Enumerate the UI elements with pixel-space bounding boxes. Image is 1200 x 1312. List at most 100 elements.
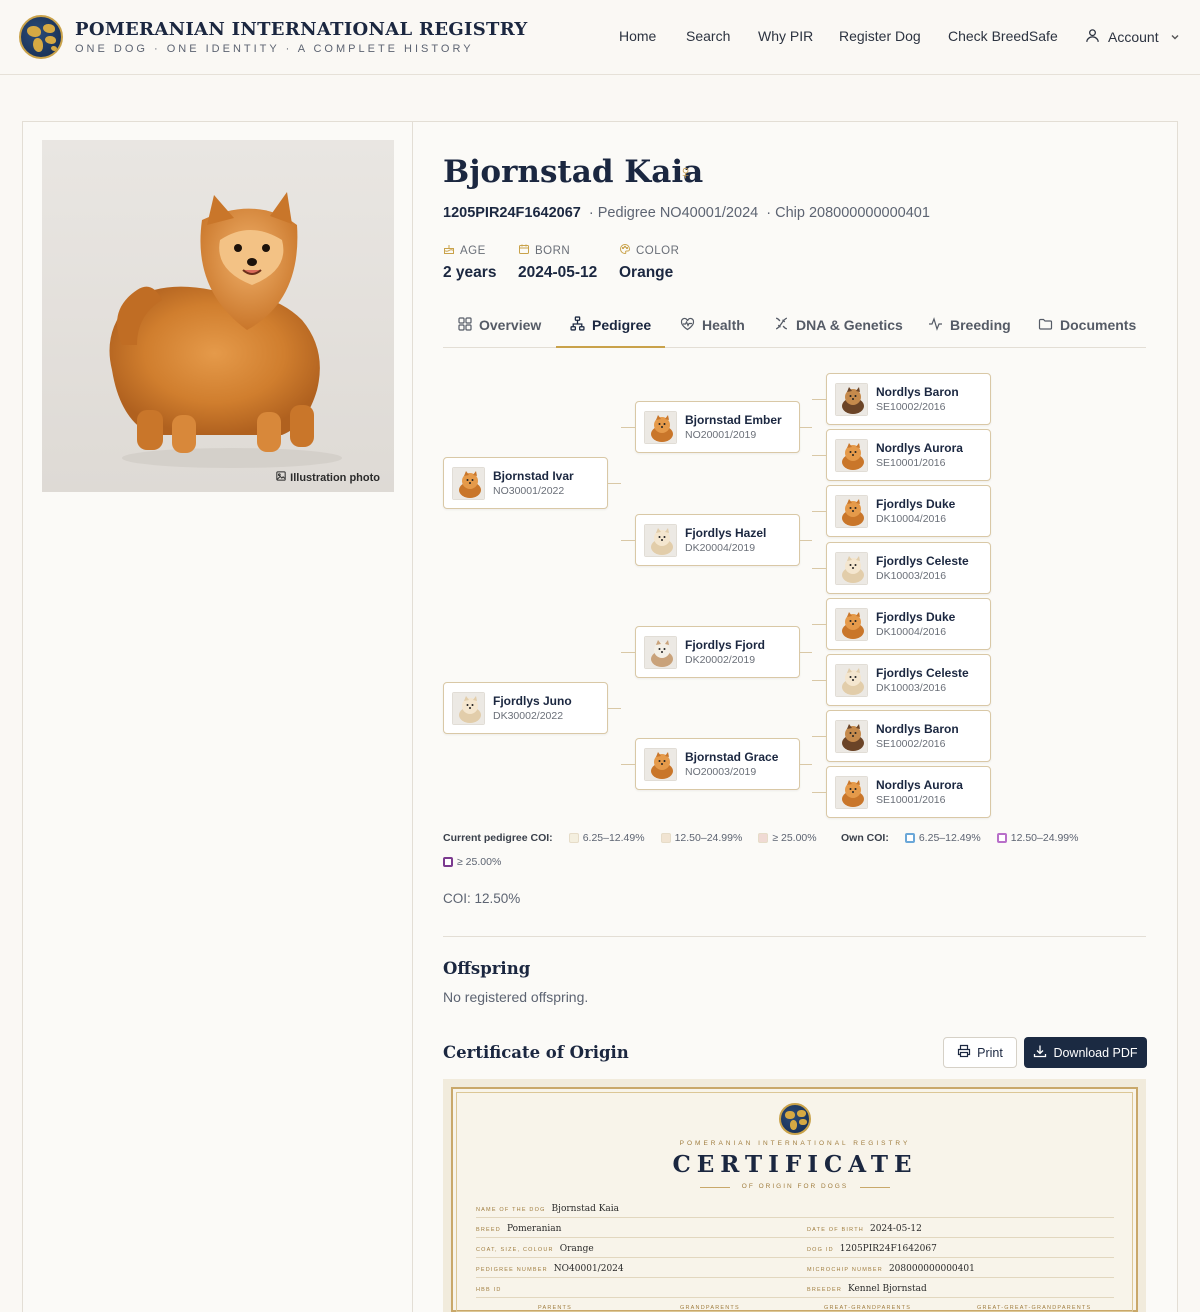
nav-register-dog[interactable]: Register Dog <box>839 28 921 44</box>
pedigree-dog-id: NO20001/2019 <box>685 429 757 441</box>
legend-current-coi: Current pedigree COI: 6.25–12.49% 12.50–… <box>443 832 817 844</box>
tab-health-label: Health <box>702 317 745 333</box>
section-divider <box>443 936 1146 937</box>
profile-tabs: Overview Pedigree Health DNA & Genetics … <box>443 302 1146 348</box>
tab-breeding[interactable]: Breeding <box>928 302 1011 348</box>
certificate-org: POMERANIAN INTERNATIONAL REGISTRY <box>679 1140 911 1147</box>
pedigree-connector <box>800 764 812 765</box>
pedigree-dog-id: DK20002/2019 <box>685 654 756 666</box>
legend-swatch <box>443 857 453 867</box>
chip-number: · Chip 208000000000401 <box>766 205 930 221</box>
legend-range: ≥ 25.00% <box>772 832 817 844</box>
nav-check-breedsafe[interactable]: Check BreedSafe <box>948 28 1058 44</box>
legend-range: 6.25–12.49% <box>918 832 981 844</box>
grid-icon <box>458 316 472 334</box>
pomeranian-illustration <box>109 192 342 468</box>
legend-swatch <box>996 833 1007 843</box>
pedigree-connector <box>800 427 812 428</box>
pedigree-dog-id: DK10003/2016 <box>876 570 947 582</box>
pedigree-number: · Pedigree NO40001/2024 <box>588 205 759 221</box>
pedigree-node-great-grandparent[interactable]: Nordlys Aurora SE10001/2016 <box>826 766 991 818</box>
pedigree-node-parent[interactable]: Fjordlys Juno DK30002/2022 <box>443 682 608 734</box>
dog-thumbnail <box>644 411 677 444</box>
tab-pedigree[interactable]: Pedigree <box>570 302 651 348</box>
pedigree-dog-name: Fjordlys Duke <box>876 497 956 511</box>
palette-icon <box>619 243 631 258</box>
tab-health[interactable]: Health <box>680 302 745 348</box>
cake-icon <box>443 243 455 258</box>
certificate-subtitle-wrap: OF ORIGIN FOR DOGS <box>700 1183 890 1193</box>
certificate-ornament-line <box>700 1187 730 1188</box>
cert-col-great-great-grandparents: GREAT-GREAT-GRANDPARENTS <box>977 1305 1092 1311</box>
chevron-down-icon <box>1170 29 1180 45</box>
download-label: Download PDF <box>1053 1045 1138 1060</box>
download-pdf-button[interactable]: Download PDF <box>1024 1037 1147 1068</box>
column-divider <box>412 121 413 1312</box>
tab-documents[interactable]: Documents <box>1038 302 1136 348</box>
pedigree-node-grandparent[interactable]: Bjornstad Ember NO20001/2019 <box>635 401 800 453</box>
certificate-logo-icon <box>779 1103 811 1135</box>
pedigree-node-grandparent[interactable]: Fjordlys Hazel DK20004/2019 <box>635 514 800 566</box>
pedigree-node-grandparent[interactable]: Bjornstad Grace NO20003/2019 <box>635 738 800 790</box>
pedigree-dog-name: Bjornstad Ember <box>685 413 782 427</box>
cert-rule <box>476 1297 1114 1298</box>
pedigree-dog-id: DK10004/2016 <box>876 513 947 525</box>
pedigree-dog-id: SE10001/2016 <box>876 457 946 469</box>
offspring-heading: Offspring <box>443 959 531 978</box>
registration-id: 1205PIR24F1642067 <box>443 205 581 221</box>
activity-icon <box>928 316 943 334</box>
pedigree-connector <box>621 764 635 765</box>
account-menu[interactable]: Account <box>1084 27 1180 47</box>
cert-col-parents: PARENTS <box>538 1305 572 1311</box>
hierarchy-icon <box>570 316 585 334</box>
cert-field-breeder: Breeder Kennel Bjornstad <box>807 1284 927 1294</box>
pedigree-dog-name: Nordlys Aurora <box>876 778 963 792</box>
pedigree-node-great-grandparent[interactable]: Fjordlys Celeste DK10003/2016 <box>826 654 991 706</box>
pedigree-dog-name: Nordlys Baron <box>876 722 959 736</box>
legend-swatch <box>568 833 579 843</box>
certificate-ornament-line <box>860 1187 890 1188</box>
pedigree-node-great-grandparent[interactable]: Nordlys Baron SE10002/2016 <box>826 373 991 425</box>
pedigree-dog-id: SE10002/2016 <box>876 401 946 413</box>
cert-rule <box>476 1237 1114 1238</box>
pedigree-dog-name: Nordlys Baron <box>876 385 959 399</box>
dog-identifiers: 1205PIR24F1642067 · Pedigree NO40001/202… <box>443 205 930 221</box>
pedigree-node-grandparent[interactable]: Fjordlys Fjord DK20002/2019 <box>635 626 800 678</box>
pedigree-node-great-grandparent[interactable]: Nordlys Baron SE10002/2016 <box>826 710 991 762</box>
tab-dna-genetics[interactable]: DNA & Genetics <box>774 302 903 348</box>
cert-rule <box>476 1277 1114 1278</box>
cert-field-dog-id: Dog ID 1205PIR24F1642067 <box>807 1244 937 1254</box>
pedigree-dog-id: SE10001/2016 <box>876 794 946 806</box>
dog-photo[interactable]: Illustration photo <box>42 140 394 492</box>
cert-field-dob: Date of birth 2024-05-12 <box>807 1224 922 1234</box>
offspring-empty: No registered offspring. <box>443 989 589 1005</box>
dog-thumbnail <box>835 439 868 472</box>
brand-title[interactable]: POMERANIAN INTERNATIONAL REGISTRY <box>75 19 528 40</box>
pedigree-node-great-grandparent[interactable]: Fjordlys Celeste DK10003/2016 <box>826 542 991 594</box>
pedigree-node-great-grandparent[interactable]: Fjordlys Duke DK10004/2016 <box>826 598 991 650</box>
registry-logo-icon[interactable] <box>19 15 63 59</box>
cert-field-coat: Coat, size, colour Orange <box>476 1244 594 1254</box>
nav-search[interactable]: Search <box>686 28 730 44</box>
pedigree-node-great-grandparent[interactable]: Nordlys Aurora SE10001/2016 <box>826 429 991 481</box>
cert-field-name: Name of the dog Bjornstad Kaia <box>476 1204 620 1214</box>
print-button[interactable]: Print <box>943 1037 1017 1068</box>
pedigree-dog-name: Fjordlys Hazel <box>685 526 767 540</box>
legend-own-coi: Own COI: 6.25–12.49% 12.50–24.99% <box>841 832 1078 844</box>
legend-range: ≥ 25.00% <box>457 856 502 868</box>
legend-range: 12.50–24.99% <box>674 832 743 844</box>
nav-why-pir[interactable]: Why PIR <box>758 28 813 44</box>
calendar-icon <box>518 243 530 258</box>
pedigree-dog-id: NO30001/2022 <box>493 485 565 497</box>
cert-rule <box>476 1257 1114 1258</box>
legend-swatch <box>660 833 671 843</box>
pedigree-node-parent[interactable]: Bjornstad Ivar NO30001/2022 <box>443 457 608 509</box>
tab-dna-genetics-label: DNA & Genetics <box>796 317 903 333</box>
tab-overview[interactable]: Overview <box>458 302 541 348</box>
nav-home[interactable]: Home <box>619 28 656 44</box>
pedigree-connector <box>812 680 826 681</box>
printer-icon <box>957 1044 971 1061</box>
pedigree-node-great-grandparent[interactable]: Fjordlys Duke DK10004/2016 <box>826 485 991 537</box>
dog-thumbnail <box>835 776 868 809</box>
coi-value: COI: 12.50% <box>443 891 521 906</box>
